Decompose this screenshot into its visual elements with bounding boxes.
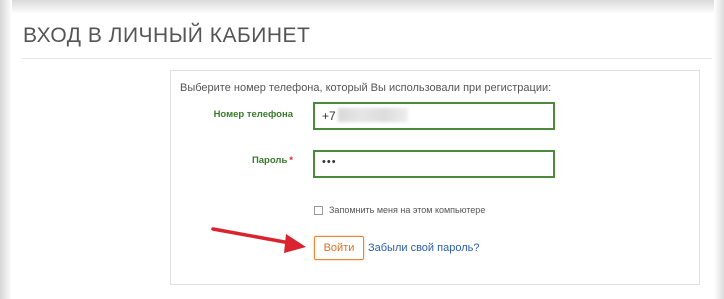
redacted-phone-number (338, 108, 408, 122)
forgot-password-link[interactable]: Забыли свой пароль? (368, 242, 479, 254)
remember-me-label[interactable]: Запомнить меня на этом компьютере (329, 205, 485, 215)
form-instruction: Выберите номер телефона, который Вы испо… (180, 82, 552, 94)
password-field[interactable] (313, 150, 555, 178)
phone-prefix: +7 (322, 109, 336, 123)
password-label: Пароль * (252, 155, 293, 166)
screenshot-shadow-right (714, 0, 724, 299)
login-button[interactable]: Войти (314, 236, 364, 260)
title-divider (22, 58, 712, 59)
required-marker: * (289, 155, 293, 166)
remember-me-checkbox[interactable] (314, 206, 323, 215)
password-masked-value: ••• (322, 156, 337, 168)
page-title: Вход в личный кабинет (23, 24, 311, 47)
screenshot-shadow-top (0, 0, 724, 14)
phone-label: Номер телефона (213, 109, 293, 120)
password-label-text: Пароль (251, 155, 288, 166)
screenshot-shadow-left (0, 0, 12, 299)
login-page: Вход в личный кабинет Выберите номер тел… (0, 0, 724, 299)
